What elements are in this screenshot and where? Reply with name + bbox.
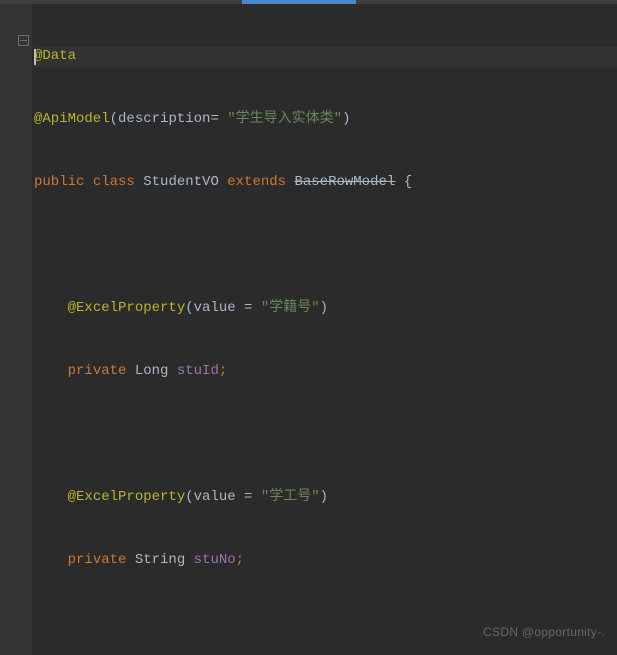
string-literal: "学生导入实体类" (227, 111, 342, 127)
field-name: stuNo (194, 552, 236, 568)
code-editor[interactable]: @Data @ApiModel(description= "学生导入实体类") … (0, 4, 617, 655)
code-line: public class StudentVO extends BaseRowMo… (34, 172, 617, 193)
code-line: @ExcelProperty(value = "学工号") (34, 487, 617, 508)
string-literal: "学工号" (261, 489, 320, 505)
string-literal: "学籍号" (261, 300, 320, 316)
type: Long (135, 363, 177, 379)
paren: ( (185, 300, 193, 316)
keyword: private (68, 552, 135, 568)
code-line: private Long stuId; (34, 361, 617, 382)
keyword: extends (227, 174, 294, 190)
semicolon: ; (236, 552, 244, 568)
field-name: stuId (177, 363, 219, 379)
paren: ) (342, 111, 350, 127)
code-line: @ApiModel(description= "学生导入实体类") (34, 109, 617, 130)
fold-collapse-icon[interactable] (18, 35, 29, 46)
gutter (0, 4, 32, 655)
type: String (135, 552, 194, 568)
semicolon: ; (219, 363, 227, 379)
paren: ( (185, 489, 193, 505)
annotation: @ExcelProperty (68, 300, 186, 316)
code-line (34, 235, 617, 256)
param-name: description= (118, 111, 227, 127)
keyword: class (93, 174, 143, 190)
annotation-data: @Data (34, 48, 76, 64)
parent-class: BaseRowModel (294, 174, 395, 190)
code-line: @Data (34, 46, 617, 67)
code-area[interactable]: @Data @ApiModel(description= "学生导入实体类") … (32, 4, 617, 655)
code-line: private String stuNo; (34, 550, 617, 571)
param: value = (194, 300, 261, 316)
class-name: StudentVO (143, 174, 227, 190)
paren: ( (110, 111, 118, 127)
brace: { (395, 174, 412, 190)
paren: ) (320, 300, 328, 316)
text-caret (34, 49, 36, 65)
param: value = (194, 489, 261, 505)
annotation: @ExcelProperty (68, 489, 186, 505)
watermark: CSDN @opportunity-. (483, 622, 605, 643)
code-line (34, 424, 617, 445)
paren: ) (320, 489, 328, 505)
annotation-apimodel: @ApiModel (34, 111, 110, 127)
code-line: @ExcelProperty(value = "学籍号") (34, 298, 617, 319)
keyword: private (68, 363, 135, 379)
keyword: public (34, 174, 93, 190)
